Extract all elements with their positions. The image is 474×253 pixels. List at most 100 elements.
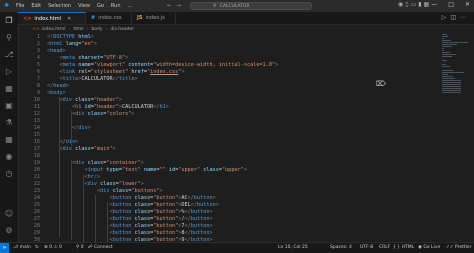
close-tab-icon[interactable]: ✕	[67, 16, 71, 22]
code-line[interactable]: 2 <html lang="en">	[18, 41, 458, 48]
code-line[interactable]: 16 </div>	[18, 139, 458, 146]
code-line[interactable]: 8 </head>	[18, 83, 458, 90]
code-line[interactable]: 26 <button class="button">%</button>	[18, 209, 458, 216]
menu-go[interactable]: Go	[97, 3, 104, 9]
code-text[interactable]: <title>CALCULATOR</title>	[47, 76, 138, 83]
code-text[interactable]: <div class="lower">	[47, 181, 143, 188]
branch-status[interactable]: ⎇ main	[13, 245, 31, 250]
code-line[interactable]: 27 <button class="button">/</button>	[18, 216, 458, 223]
code-line[interactable]: 13	[18, 118, 458, 125]
code-line[interactable]: 28 <button class="button">7</button>	[18, 223, 458, 230]
remote-icon[interactable]: ⋗	[0, 243, 9, 253]
code-line[interactable]: 6 <link rel="stylesheet" href="index.css…	[18, 69, 458, 76]
code-line[interactable]: 21 <hr/>	[18, 174, 458, 181]
code-line[interactable]: 5 <meta name="viewport" content="width=d…	[18, 62, 458, 69]
code-text[interactable]: <div class="container">	[47, 160, 144, 167]
breadcrumb-item[interactable]: body	[91, 27, 102, 32]
cursor-position[interactable]: Ln 10, Col 25	[278, 245, 308, 250]
code-line[interactable]: 19 <div class="container">	[18, 160, 458, 167]
code-text[interactable]: <div class="colors">	[47, 111, 135, 118]
minimize-icon[interactable]: —	[431, 1, 437, 8]
code-text[interactable]: <button class="button">DEL</button>	[47, 202, 218, 209]
code-text[interactable]: <body>	[47, 90, 66, 97]
account-icon[interactable]: ☺	[4, 209, 14, 219]
code-text[interactable]: </div>	[47, 139, 79, 146]
code-text[interactable]: <div class="buttons">	[47, 188, 163, 195]
code-text[interactable]: <html lang="en">	[47, 41, 97, 48]
minimap[interactable]	[440, 34, 470, 94]
code-line[interactable]: 11 <h1 id="header">CALCULATOR</h1>	[18, 104, 458, 111]
forward-arrow-icon[interactable]: →	[176, 2, 185, 9]
command-search-box[interactable]: ⚲ CALCULATOR	[190, 2, 312, 10]
tab-index-css[interactable]: # index.css	[86, 12, 132, 24]
code-line[interactable]: 24 <button class="button">AC</button>	[18, 195, 458, 202]
ports-icon[interactable]: ⚲ 0	[76, 245, 84, 250]
encoding[interactable]: UTF-8	[360, 245, 373, 250]
menu-edit[interactable]: Edit	[31, 3, 41, 9]
code-line[interactable]: 1 <!DOCTYPE html>	[18, 34, 458, 41]
editor-actions[interactable]: ▷◫⋯	[442, 14, 470, 21]
code-line[interactable]: 3 <head>	[18, 48, 458, 55]
code-line[interactable]: 4 <meta charset="UTF-8">	[18, 55, 458, 62]
extensions-icon[interactable]: ▦	[4, 84, 14, 94]
back-arrow-icon[interactable]: ←	[167, 2, 176, 9]
prettier-status[interactable]: ✓✓ Prettier	[446, 245, 472, 250]
code-text[interactable]: </div>	[47, 125, 91, 132]
breadcrumb-item[interactable]: index.html	[42, 27, 66, 32]
window-controls[interactable]: — □ ✕	[431, 1, 470, 8]
run-debug-icon[interactable]: ▷	[4, 67, 14, 77]
code-text[interactable]: <meta charset="UTF-8">	[47, 55, 129, 62]
code-line[interactable]: 29 <button class="button">8</button>	[18, 230, 458, 237]
code-text[interactable]: <meta name="viewport" content="width=dev…	[47, 62, 279, 69]
line-ending[interactable]: CRLF	[379, 245, 390, 250]
code-line[interactable]: 15	[18, 132, 458, 139]
split-editor-icon[interactable]: ◫	[450, 14, 460, 21]
remote-explorer-icon[interactable]: ▣	[4, 101, 14, 111]
code-text[interactable]: <link rel="stylesheet" href="index.css">	[47, 69, 185, 76]
search-sidebar-icon[interactable]: ⚲	[4, 33, 14, 43]
code-line[interactable]: 22 <div class="lower">	[18, 181, 458, 188]
settings-gear-icon[interactable]: ⚙	[4, 226, 14, 236]
code-line[interactable]: 20 <input type="text" name="" id="upper"…	[18, 167, 458, 174]
code-text[interactable]: <!DOCTYPE html>	[47, 34, 94, 41]
code-line[interactable]: 10 <div class="header">	[18, 97, 458, 104]
code-line[interactable]: 12 <div class="colors">	[18, 111, 458, 118]
copilot-chat-icon[interactable]: ◉	[4, 152, 14, 162]
breadcrumb-item[interactable]: div.header	[110, 27, 134, 32]
timeline-icon[interactable]: ◷	[4, 169, 14, 179]
code-line[interactable]: 9 <body>	[18, 90, 458, 97]
close-window-icon[interactable]: ✕	[465, 1, 470, 8]
nav-arrows[interactable]: ←→	[167, 2, 185, 9]
code-line[interactable]: 7 <title>CALCULATOR</title>	[18, 76, 458, 83]
testing-icon[interactable]: ⚗	[4, 118, 14, 128]
code-text[interactable]: <div class="main">	[47, 146, 116, 153]
code-text[interactable]: <head>	[47, 48, 66, 55]
code-text[interactable]: <hr/>	[47, 174, 100, 181]
indentation[interactable]: Spaces: 4	[330, 245, 352, 250]
more-actions-icon[interactable]: ⋯	[460, 14, 470, 21]
code-editor[interactable]: 1 <!DOCTYPE html> 2 <html lang="en"> 3 <head>…	[18, 34, 458, 242]
source-control-icon[interactable]: ⎇	[4, 50, 14, 60]
menu-view[interactable]: View	[78, 3, 90, 9]
tab-index-html[interactable]: <> index.html ✕	[18, 12, 86, 24]
menu-selection[interactable]: Selection	[48, 3, 71, 9]
menu-more[interactable]: …	[128, 3, 133, 9]
problems-status[interactable]: ⊗ 0 ⚠ 0	[44, 245, 62, 250]
tab-index-js[interactable]: JS index.js	[132, 12, 176, 24]
code-line[interactable]: 25 <button class="button">DEL</button>	[18, 202, 458, 209]
maximize-icon[interactable]: □	[448, 1, 454, 8]
menu-file[interactable]: File	[16, 3, 24, 9]
code-text[interactable]: <input type="text" name="" id="upper" cl…	[47, 167, 247, 174]
explorer-icon[interactable]: ❐	[4, 16, 14, 26]
breadcrumb-item[interactable]: html	[73, 27, 83, 32]
customize-layout-icon[interactable]: ▦	[424, 1, 432, 8]
layout-controls[interactable]: ◉▯▭▮▦	[398, 1, 431, 8]
sync-icon[interactable]: ↻	[35, 245, 39, 250]
code-line[interactable]: 23 <div class="buttons">	[18, 188, 458, 195]
menu-run[interactable]: Run	[111, 3, 121, 9]
go-live-button[interactable]: ◉ Go Live	[418, 245, 440, 250]
language-mode[interactable]: { } HTML	[393, 245, 414, 250]
code-text[interactable]: </head>	[47, 83, 69, 90]
docker-icon[interactable]: ▦	[4, 135, 14, 145]
code-line[interactable]: 18	[18, 153, 458, 160]
